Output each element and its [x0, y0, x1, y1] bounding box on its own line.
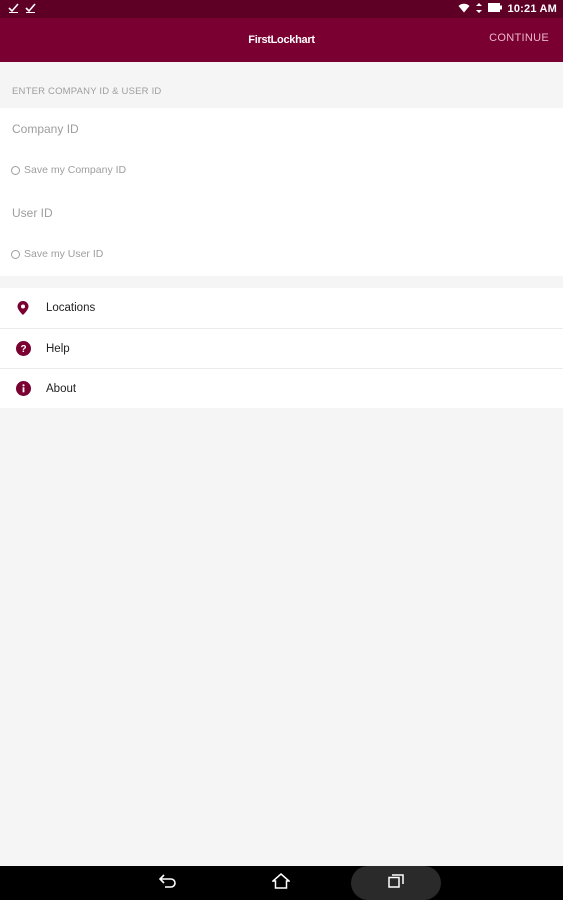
menu-item-label: About	[46, 382, 77, 395]
back-button[interactable]	[150, 866, 186, 900]
status-left	[8, 2, 36, 16]
menu-item-label: Help	[46, 342, 70, 355]
location-pin-icon	[0, 301, 46, 315]
menu-list: Locations ? Help About	[0, 288, 563, 408]
section-header: ENTER COMPANY ID & USER ID	[12, 86, 162, 97]
user-id-field[interactable]: User ID	[12, 206, 552, 220]
continue-button[interactable]: CONTINUE	[489, 32, 549, 44]
login-form: Company ID Save my Company ID User ID Sa…	[0, 108, 563, 276]
save-company-id-option[interactable]: Save my Company ID	[11, 164, 126, 176]
recents-icon	[388, 873, 404, 893]
menu-item-help[interactable]: ? Help	[0, 328, 563, 368]
data-arrows-icon	[475, 2, 482, 16]
app-bar: FirstLockhart CONTINUE	[0, 18, 563, 62]
info-icon	[0, 381, 46, 396]
battery-icon	[487, 3, 502, 15]
home-button[interactable]	[263, 866, 299, 900]
system-nav-bar	[0, 866, 563, 900]
company-id-field[interactable]: Company ID	[12, 122, 552, 136]
back-icon	[158, 873, 177, 893]
menu-item-label: Locations	[46, 302, 96, 314]
brand-name: FirstLockhart	[248, 34, 315, 46]
svg-text:?: ?	[20, 344, 26, 355]
brand-logo: FirstLockhart	[248, 34, 315, 46]
save-user-id-label: Save my User ID	[24, 248, 104, 260]
wifi-icon	[458, 3, 470, 16]
save-user-id-radio[interactable]	[11, 249, 20, 259]
recents-button[interactable]	[351, 866, 441, 900]
download-check-icon	[25, 2, 36, 16]
home-icon	[271, 872, 291, 894]
save-company-id-radio[interactable]	[11, 165, 20, 175]
status-bar: 10:21 AM	[0, 0, 563, 18]
help-icon: ?	[0, 341, 46, 356]
save-company-id-label: Save my Company ID	[24, 164, 127, 176]
menu-item-locations[interactable]: Locations	[0, 288, 563, 328]
save-user-id-option[interactable]: Save my User ID	[11, 248, 103, 260]
download-check-icon	[8, 2, 19, 16]
status-right: 10:21 AM	[458, 2, 558, 16]
status-time: 10:21 AM	[507, 3, 557, 15]
menu-item-about[interactable]: About	[0, 368, 563, 408]
